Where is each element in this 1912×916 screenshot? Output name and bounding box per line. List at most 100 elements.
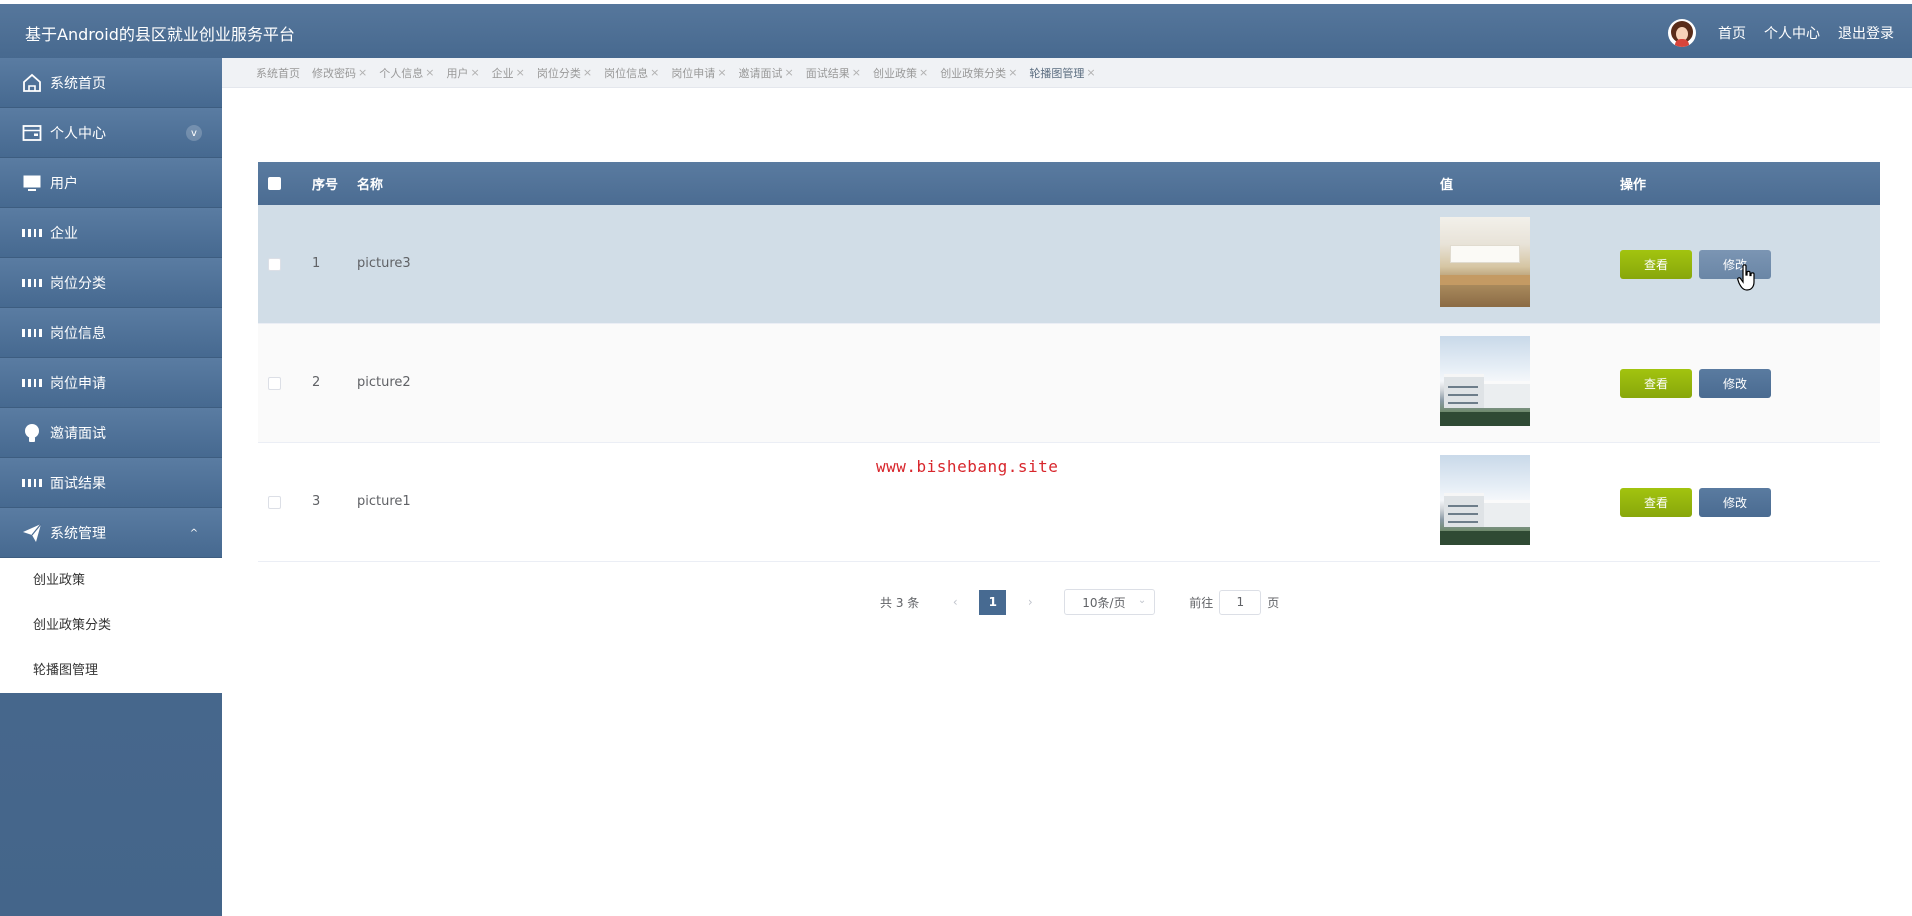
row-checkbox[interactable] xyxy=(268,258,281,271)
tab-label: 岗位申请 xyxy=(671,66,716,80)
row-checkbox[interactable] xyxy=(268,377,281,390)
sidebar-item-job-info[interactable]: 岗位信息 xyxy=(0,308,222,358)
tab-interview-invite[interactable]: 邀请面试 × xyxy=(739,65,794,81)
chevron-down-icon: ⌄ xyxy=(1137,595,1147,606)
submenu-item-startup-policy[interactable]: 创业政策 xyxy=(0,558,222,603)
tab-personal-info[interactable]: 个人信息 × xyxy=(379,65,434,81)
submenu-item-carousel-management[interactable]: 轮播图管理 xyxy=(0,648,222,693)
close-icon[interactable]: × xyxy=(919,66,928,79)
tab-interview-result[interactable]: 面试结果 × xyxy=(806,65,861,81)
home-icon xyxy=(22,73,42,93)
tab-users[interactable]: 用户 × xyxy=(446,65,479,81)
sidebar-item-job-category[interactable]: 岗位分类 xyxy=(0,258,222,308)
tab-job-info[interactable]: 岗位信息 × xyxy=(604,65,659,81)
sidebar-item-label: 用户 xyxy=(50,175,78,192)
close-icon[interactable]: × xyxy=(785,66,794,79)
tab-startup-policy[interactable]: 创业政策 × xyxy=(873,65,928,81)
row-image[interactable] xyxy=(1440,455,1530,545)
sidebar-item-users[interactable]: 用户 xyxy=(0,158,222,208)
sidebar-item-system-management[interactable]: 系统管理 ^ xyxy=(0,508,222,558)
app-title: 基于Android的县区就业创业服务平台 xyxy=(25,25,295,44)
sidebar-item-label: 面试结果 xyxy=(50,475,106,492)
view-button[interactable]: 查看 xyxy=(1620,369,1692,398)
goto-page-input[interactable] xyxy=(1219,589,1262,615)
sidebar-item-label: 岗位信息 xyxy=(50,325,106,342)
header-index: 序号 xyxy=(312,178,339,193)
row-index: 3 xyxy=(312,494,321,509)
row-index: 1 xyxy=(312,256,321,271)
sidebar-item-interview-result[interactable]: 面试结果 xyxy=(0,458,222,508)
tab-label: 个人信息 xyxy=(379,66,424,80)
tab-label: 创业政策 xyxy=(872,66,917,80)
edit-button[interactable]: 修改 xyxy=(1699,488,1771,517)
close-icon[interactable]: × xyxy=(1008,66,1017,79)
next-page-button[interactable]: › xyxy=(1016,595,1044,609)
header-name: 名称 xyxy=(357,178,384,193)
tab-label: 岗位信息 xyxy=(604,66,649,80)
row-name: picture1 xyxy=(357,494,411,509)
close-icon[interactable]: × xyxy=(583,66,592,79)
profile-link[interactable]: 个人中心 xyxy=(1764,23,1820,43)
tab-label: 企业 xyxy=(491,66,514,80)
tab-enterprise[interactable]: 企业 × xyxy=(492,65,525,81)
home-link[interactable]: 首页 xyxy=(1718,23,1746,43)
tab-startup-policy-category[interactable]: 创业政策分类 × xyxy=(940,65,1017,81)
tab-label: 创业政策分类 xyxy=(940,66,1007,80)
tab-system-home[interactable]: 系统首页 xyxy=(256,65,300,81)
close-icon[interactable]: × xyxy=(358,66,367,79)
row-image[interactable] xyxy=(1440,336,1530,426)
tab-label: 系统首页 xyxy=(256,66,300,80)
tab-job-category[interactable]: 岗位分类 × xyxy=(537,65,592,81)
close-icon[interactable]: × xyxy=(717,66,726,79)
tab-carousel-management[interactable]: 轮播图管理 × xyxy=(1029,65,1095,81)
grid-icon xyxy=(22,273,42,293)
chevron-down-icon[interactable]: v xyxy=(186,125,202,141)
pagination-total: 共 3 条 xyxy=(880,595,920,610)
edit-button[interactable]: 修改 xyxy=(1699,369,1771,398)
page-size-select[interactable]: 10条/页 ⌄ xyxy=(1064,589,1156,615)
sidebar-item-interview-invite[interactable]: 邀请面试 xyxy=(0,408,222,458)
row-name: picture2 xyxy=(357,375,411,390)
grid-icon xyxy=(22,223,42,243)
system-submenu: 创业政策 创业政策分类 轮播图管理 xyxy=(0,558,222,693)
paper-plane-icon xyxy=(22,523,42,543)
close-icon[interactable]: × xyxy=(1086,66,1095,79)
row-checkbox[interactable] xyxy=(268,496,281,509)
sidebar-item-label: 系统管理 xyxy=(50,525,106,542)
header-nav: 首页 个人中心 退出登录 xyxy=(1668,19,1894,47)
top-bar: 基于Android的县区就业创业服务平台 首页 个人中心 退出登录 xyxy=(0,4,1912,58)
sidebar-item-personal-center[interactable]: 个人中心 v xyxy=(0,108,222,158)
table-row: 1 picture3 查看 修改 xyxy=(258,205,1880,324)
chevron-up-icon[interactable]: ^ xyxy=(186,525,202,541)
grid-icon xyxy=(22,373,42,393)
submenu-item-startup-policy-category[interactable]: 创业政策分类 xyxy=(0,603,222,648)
sidebar-item-job-application[interactable]: 岗位申请 xyxy=(0,358,222,408)
row-image[interactable] xyxy=(1440,217,1530,307)
user-avatar[interactable] xyxy=(1668,19,1696,47)
view-button[interactable]: 查看 xyxy=(1620,250,1692,279)
close-icon[interactable]: × xyxy=(470,66,479,79)
page-suffix: 页 xyxy=(1267,595,1280,610)
row-name: picture3 xyxy=(357,256,411,271)
sidebar: 系统首页 个人中心 v 用户 企业 岗位分类 岗位信息 岗位申请 邀请面试 面试 xyxy=(0,58,222,916)
close-icon[interactable]: × xyxy=(516,66,525,79)
current-page[interactable]: 1 xyxy=(979,589,1007,615)
sidebar-item-enterprise[interactable]: 企业 xyxy=(0,208,222,258)
prev-page-button[interactable]: ‹ xyxy=(941,595,969,609)
logout-link[interactable]: 退出登录 xyxy=(1838,23,1894,43)
watermark-text: www.bishebang.site xyxy=(876,457,1059,476)
close-icon[interactable]: × xyxy=(425,66,434,79)
tab-change-password[interactable]: 修改密码 × xyxy=(312,65,367,81)
row-index: 2 xyxy=(312,375,321,390)
tab-bar: 系统首页 修改密码 × 个人信息 × 用户 × 企业 × 岗位分类 × 岗位信息 × 岗位申… xyxy=(222,58,1912,88)
tab-job-application[interactable]: 岗位申请 × xyxy=(671,65,726,81)
view-button[interactable]: 查看 xyxy=(1620,488,1692,517)
close-icon[interactable]: × xyxy=(852,66,861,79)
tab-label: 轮播图管理 xyxy=(1029,66,1085,80)
select-all-checkbox[interactable] xyxy=(268,177,281,190)
sidebar-item-label: 系统首页 xyxy=(50,75,106,92)
sidebar-item-home[interactable]: 系统首页 xyxy=(0,58,222,108)
close-icon[interactable]: × xyxy=(650,66,659,79)
edit-button[interactable]: 修改 xyxy=(1699,250,1771,279)
grid-icon xyxy=(22,323,42,343)
